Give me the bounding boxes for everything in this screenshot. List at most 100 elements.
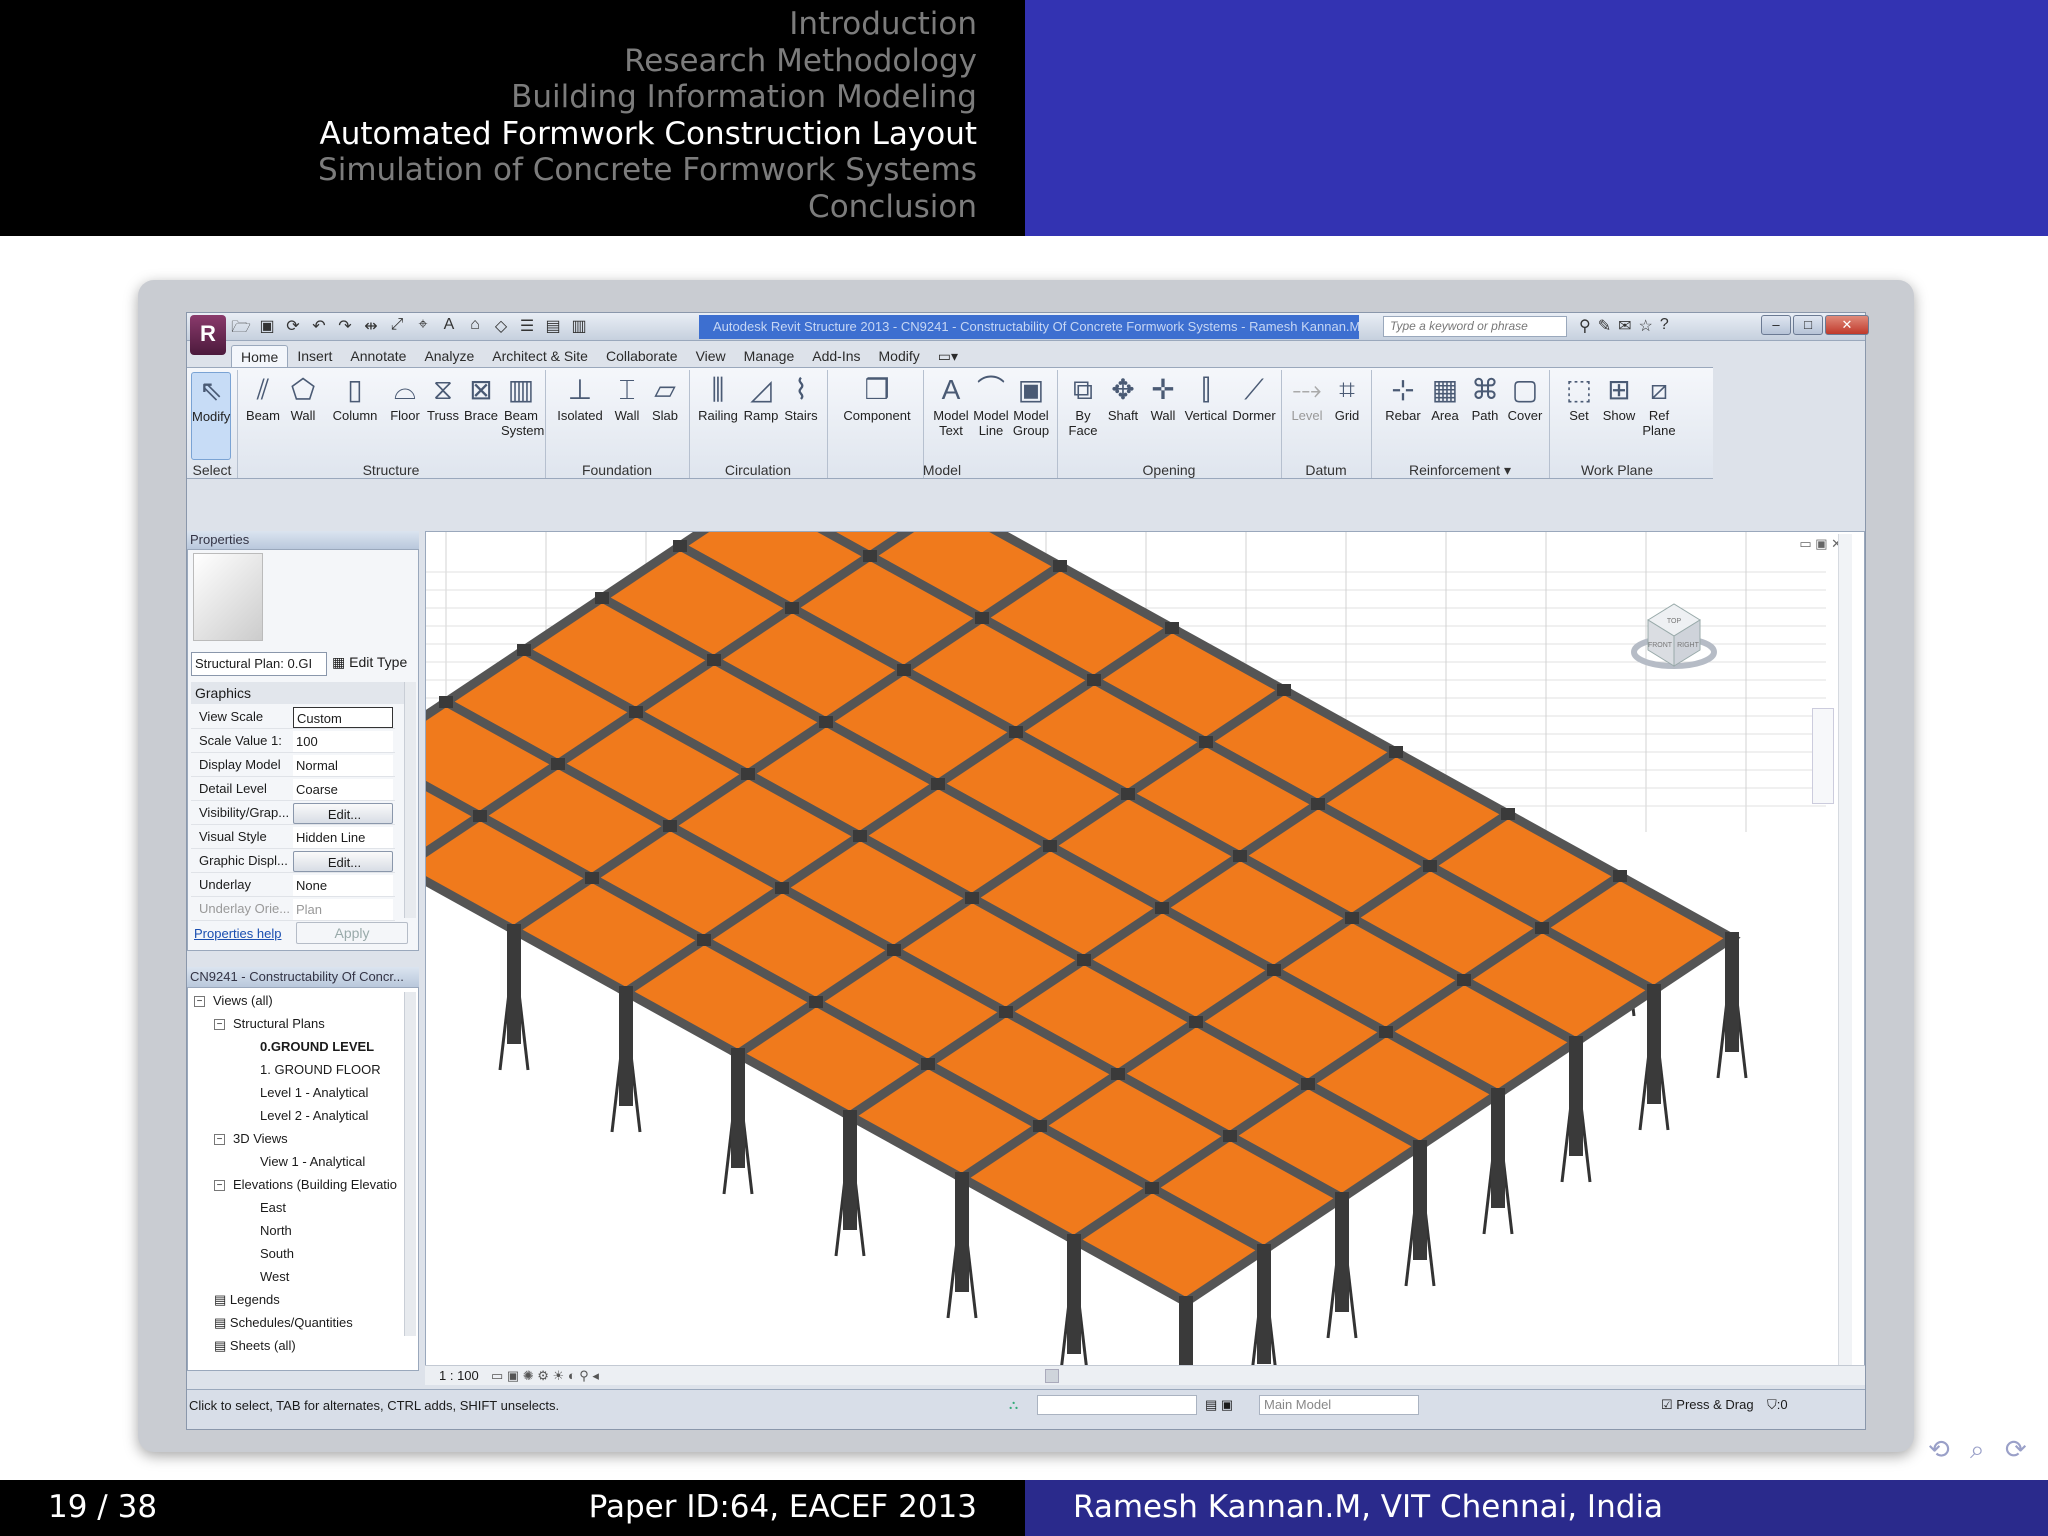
slab-button[interactable]: ▱ Slab <box>645 372 685 423</box>
design-option-selector[interactable]: Main Model <box>1259 1395 1419 1415</box>
design-options-icon[interactable]: ▤ ▣ <box>1205 1390 1233 1420</box>
tree-node-3d-views[interactable]: −3D Views <box>214 1130 288 1148</box>
truss-button[interactable]: ⧖ Truss <box>423 372 463 423</box>
type-selector[interactable]: Structural Plan: 0.GI <box>191 652 327 676</box>
communication-icon[interactable]: ✉ <box>1618 316 1631 336</box>
tree-node-south[interactable]: South <box>260 1245 294 1263</box>
tab-add-ins[interactable]: Add-Ins <box>803 345 869 367</box>
prop-row-display-model[interactable]: Display Model Normal <box>191 754 395 777</box>
floor-button[interactable]: ⌓ Floor <box>385 372 425 423</box>
tab-view[interactable]: View <box>687 345 735 367</box>
default-3d-icon[interactable]: ⌂ <box>465 316 485 338</box>
selection-filter[interactable]: ⛉:0 <box>1767 1390 1788 1420</box>
ribbon-toggle-icon[interactable]: ▭▾ <box>929 345 967 367</box>
prop-row-visual-style[interactable]: Visual Style Hidden Line <box>191 826 395 849</box>
tree-node-views-all[interactable]: − Views (all) <box>194 992 273 1010</box>
application-menu-button[interactable]: R <box>190 315 226 355</box>
show-button[interactable]: ⊞ Show <box>1599 372 1639 423</box>
prop-row-underlay-orientation[interactable]: Underlay Orie... Plan <box>191 898 395 921</box>
nav-section-simulation[interactable]: Simulation of Concrete Formwork Systems <box>0 152 1025 189</box>
close-icon[interactable]: ✕ <box>1825 315 1869 335</box>
dormer-button[interactable]: ⟋ Dormer <box>1231 372 1277 423</box>
apply-button[interactable]: Apply <box>296 922 408 944</box>
tree-node-level-1-analytical[interactable]: Level 1 - Analytical <box>260 1084 368 1102</box>
beam-button[interactable]: ⫽ Beam <box>243 372 283 423</box>
redo-icon[interactable]: ↷ <box>335 316 355 338</box>
viewport-vertical-scrollbar[interactable] <box>1838 534 1852 1380</box>
tab-architect-site[interactable]: Architect & Site <box>483 345 597 367</box>
tree-node-legends[interactable]: ▤ Legends <box>214 1291 280 1309</box>
tree-node-view-1-analytical[interactable]: View 1 - Analytical <box>260 1153 365 1171</box>
tree-node-structural-plans[interactable]: − Structural Plans <box>214 1015 325 1033</box>
graphic-display-edit-button[interactable]: Edit... <box>293 851 393 872</box>
railing-button[interactable]: ⫼ Railing <box>695 372 741 423</box>
tree-node-schedules[interactable]: ▤ Schedules/Quantities <box>214 1314 353 1332</box>
nav-section-active-formwork-layout[interactable]: Automated Formwork Construction Layout <box>0 116 1025 153</box>
switch-windows-icon[interactable]: ▥ <box>569 316 589 338</box>
sync-icon[interactable]: ⟳ <box>283 316 303 338</box>
properties-scrollbar[interactable] <box>404 682 416 918</box>
tag-icon[interactable]: ⌖ <box>413 316 433 338</box>
wall-button[interactable]: ⬠ Wall <box>283 372 323 423</box>
wall-foundation-button[interactable]: ⌶ Wall <box>607 372 647 423</box>
set-button[interactable]: ⬚ Set <box>1559 372 1599 423</box>
tree-node-west[interactable]: West <box>260 1268 289 1286</box>
nav-section-bim[interactable]: Building Information Modeling <box>0 79 1025 116</box>
press-drag-checkbox[interactable]: ☑ Press & Drag <box>1661 1390 1754 1420</box>
workset-selector[interactable] <box>1037 1395 1197 1415</box>
tree-node-level-2-analytical[interactable]: Level 2 - Analytical <box>260 1107 368 1125</box>
shaft-button[interactable]: ✥ Shaft <box>1103 372 1143 423</box>
open-icon[interactable]: 🗁 <box>231 316 251 338</box>
section-icon[interactable]: ◇ <box>491 316 511 338</box>
model-text-button[interactable]: A Model Text <box>931 372 971 438</box>
prop-row-visibility[interactable]: Visibility/Grap... Edit... <box>191 802 395 825</box>
subscription-icon[interactable]: ✎ <box>1598 316 1611 336</box>
measure-icon[interactable]: ⇹ <box>361 316 381 338</box>
panel-reinforcement[interactable]: Reinforcement ▾ <box>1371 462 1549 479</box>
save-icon[interactable]: ▣ <box>257 316 277 338</box>
minimize-icon[interactable]: – <box>1761 315 1791 335</box>
formwork-3d-model[interactable] <box>426 532 1865 1381</box>
beamer-navigation-symbols[interactable]: ⟲ ⌕ ⟳ <box>1928 1435 2033 1466</box>
maximize-icon[interactable]: □ <box>1793 315 1823 335</box>
grid-button[interactable]: ⌗ Grid <box>1327 372 1367 423</box>
rebar-button[interactable]: ⊹ Rebar <box>1383 372 1423 423</box>
help-icon[interactable]: ? <box>1660 316 1669 336</box>
prop-row-scale-value[interactable]: Scale Value 1: 100 <box>191 730 395 753</box>
collapse-icon[interactable]: − <box>194 996 205 1007</box>
brace-button[interactable]: ⊠ Brace <box>461 372 501 423</box>
tree-node-ground-level[interactable]: 0.GROUND LEVEL <box>260 1038 374 1056</box>
graphics-group-header[interactable]: Graphics <box>191 682 413 704</box>
undo-icon[interactable]: ↶ <box>309 316 329 338</box>
stairs-button[interactable]: ⌇ Stairs <box>781 372 821 423</box>
thin-lines-icon[interactable]: ☰ <box>517 316 537 338</box>
text-icon[interactable]: A <box>439 316 459 338</box>
drawing-area-3d-view[interactable]: ▭ ▣ ✕ TOP FRONT RIGHT <box>425 531 1865 1381</box>
nav-section-conclusion[interactable]: Conclusion <box>0 189 1025 226</box>
nav-section-research-methodology[interactable]: Research Methodology <box>0 43 1025 80</box>
properties-help-link[interactable]: Properties help <box>194 926 281 941</box>
tree-node-sheets[interactable]: ▤ Sheets (all) <box>214 1337 296 1355</box>
beam-system-button[interactable]: ▥ Beam System <box>501 372 544 438</box>
prop-row-graphic-display[interactable]: Graphic Displ... Edit... <box>191 850 395 873</box>
modify-button[interactable]: ⇖ Modify <box>191 372 231 460</box>
model-line-button[interactable]: ⌒ Model Line <box>971 372 1011 438</box>
component-button[interactable]: ❒ Component <box>839 372 915 423</box>
view-window-controls[interactable]: ▭ ▣ ✕ <box>1799 536 1842 552</box>
tab-manage[interactable]: Manage <box>735 345 804 367</box>
collapse-icon[interactable]: − <box>214 1134 225 1145</box>
aligned-dimension-icon[interactable]: ⤢ <box>387 316 407 338</box>
worksets-icon[interactable]: ⛬ <box>1009 1390 1018 1420</box>
by-face-button[interactable]: ⧉ By Face <box>1063 372 1103 438</box>
tab-home[interactable]: Home <box>231 345 289 367</box>
level-button[interactable]: ⤏ Level <box>1287 372 1327 423</box>
path-button[interactable]: ⌘ Path <box>1465 372 1505 423</box>
tree-node-east[interactable]: East <box>260 1199 286 1217</box>
area-button[interactable]: ▦ Area <box>1425 372 1465 423</box>
column-button[interactable]: ▯ Column <box>329 372 381 423</box>
search-input[interactable]: Type a keyword or phrase <box>1383 316 1567 337</box>
favorites-icon[interactable]: ☆ <box>1639 316 1653 336</box>
navigation-bar[interactable] <box>1812 708 1834 804</box>
wall-opening-button[interactable]: ✛ Wall <box>1143 372 1183 423</box>
close-hidden-icon[interactable]: ▤ <box>543 316 563 338</box>
